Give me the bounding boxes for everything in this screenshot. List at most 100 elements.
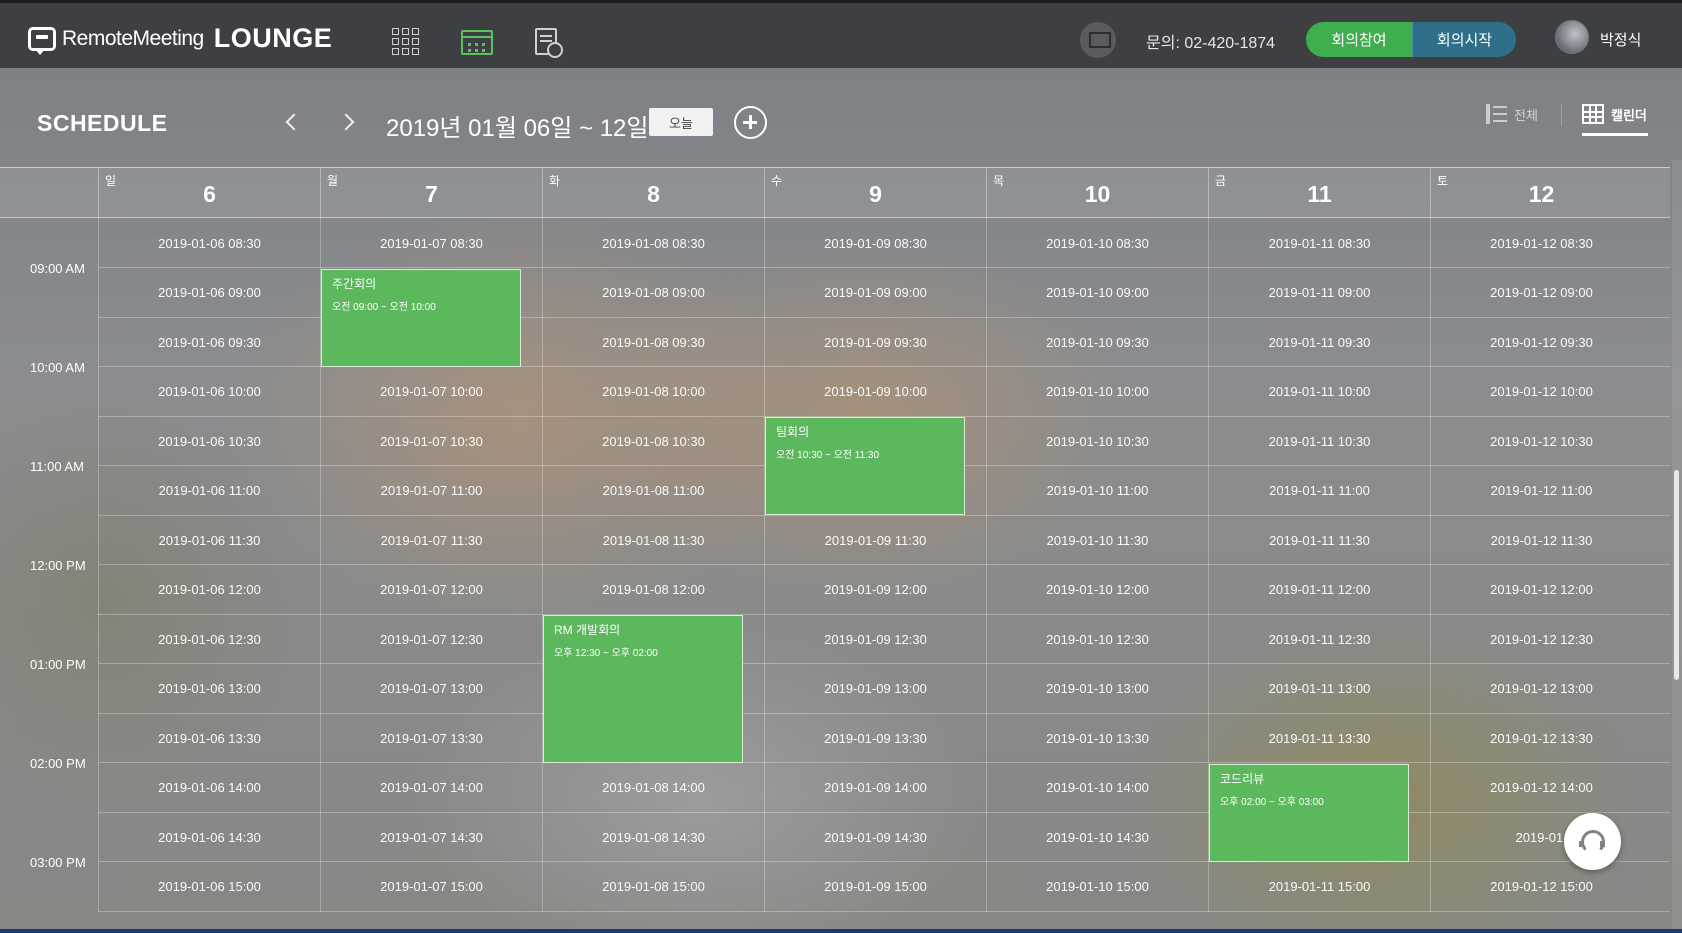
- time-slot-cell[interactable]: 2019-01-09 14:30: [764, 812, 986, 862]
- time-slot-cell[interactable]: 2019-01-09 09:00: [764, 267, 986, 318]
- event-block[interactable]: 주간회의 오전 09:00 ~ 오전 10:00: [321, 268, 521, 367]
- time-slot-cell[interactable]: 2019-01-11 15:00: [1208, 861, 1430, 912]
- time-slot-cell[interactable]: 2019-01-10 08:30: [986, 218, 1208, 268]
- time-slot-cell[interactable]: 2019-01-06 10:30: [98, 416, 320, 466]
- time-slot-cell[interactable]: 2019-01-07 12:30: [320, 614, 542, 664]
- time-slot-cell[interactable]: 2019-01-08 15:00: [542, 861, 764, 912]
- day-header-10[interactable]: 목 10: [986, 168, 1208, 218]
- start-meeting-button[interactable]: 회의시작: [1412, 22, 1516, 57]
- next-week-icon[interactable]: [338, 108, 362, 136]
- time-slot-cell[interactable]: 2019-01-07 13:30: [320, 713, 542, 763]
- app-logo[interactable]: RemoteMeeting LOUNGE: [28, 23, 332, 55]
- time-slot-cell[interactable]: 2019-01-08 14:00: [542, 762, 764, 813]
- time-slot-cell[interactable]: 2019-01-11 10:00: [1208, 366, 1430, 417]
- time-slot-cell[interactable]: 2019-01-09 08:30: [764, 218, 986, 268]
- time-slot-cell[interactable]: 2019-01-07 11:00: [320, 465, 542, 516]
- time-slot-cell[interactable]: 2019-01-10 09:30: [986, 317, 1208, 367]
- time-slot-cell[interactable]: 2019-01-12 15:00: [1430, 861, 1652, 912]
- document-search-icon[interactable]: [535, 28, 563, 58]
- day-header-11[interactable]: 금 11: [1208, 168, 1430, 218]
- time-slot-cell[interactable]: 2019-01-12 12:30: [1430, 614, 1652, 664]
- time-slot-cell[interactable]: 2019-01-06 09:30: [98, 317, 320, 367]
- time-slot-cell[interactable]: 2019-01-11 10:30: [1208, 416, 1430, 466]
- prev-week-icon[interactable]: [282, 108, 306, 136]
- time-slot-cell[interactable]: 2019-01-10 14:30: [986, 812, 1208, 862]
- time-slot-cell[interactable]: 2019-01-12 09:30: [1430, 317, 1652, 367]
- time-slot-cell[interactable]: 2019-01-12 13:00: [1430, 663, 1652, 714]
- time-slot-cell[interactable]: 2019-01-08 11:30: [542, 515, 764, 565]
- time-slot-cell[interactable]: 2019-01-11 11:00: [1208, 465, 1430, 516]
- time-slot-cell[interactable]: 2019-01-08 11:00: [542, 465, 764, 516]
- time-slot-cell[interactable]: 2019-01-10 10:30: [986, 416, 1208, 466]
- time-slot-cell[interactable]: 2019-01-10 11:00: [986, 465, 1208, 516]
- time-slot-cell[interactable]: 2019-01-07 08:30: [320, 218, 542, 268]
- time-slot-cell[interactable]: 2019-01-09 09:30: [764, 317, 986, 367]
- time-slot-cell[interactable]: 2019-01-08 10:00: [542, 366, 764, 417]
- avatar[interactable]: [1555, 20, 1589, 54]
- time-slot-cell[interactable]: 2019-01-10 12:00: [986, 564, 1208, 615]
- event-block[interactable]: RM 개발회의 오후 12:30 ~ 오후 02:00: [543, 615, 743, 763]
- time-slot-cell[interactable]: 2019-01-12 09:00: [1430, 267, 1652, 318]
- time-slot-cell[interactable]: 2019-01-11 12:30: [1208, 614, 1430, 664]
- time-slot-cell[interactable]: 2019-01-11 08:30: [1208, 218, 1430, 268]
- time-slot-cell[interactable]: 2019-01-06 13:00: [98, 663, 320, 714]
- time-slot-cell[interactable]: 2019-01-09 13:30: [764, 713, 986, 763]
- time-slot-cell[interactable]: 2019-01-12 11:30: [1430, 515, 1652, 565]
- time-slot-cell[interactable]: 2019-01-08 09:00: [542, 267, 764, 318]
- time-slot-cell[interactable]: 2019-01-09 10:00: [764, 366, 986, 417]
- time-slot-cell[interactable]: 2019-01-10 11:30: [986, 515, 1208, 565]
- user-name[interactable]: 박정식: [1600, 29, 1641, 50]
- time-slot-cell[interactable]: 2019-01-11 09:30: [1208, 317, 1430, 367]
- scrollbar-thumb[interactable]: [1674, 470, 1679, 680]
- time-slot-cell[interactable]: 2019-01-06 11:30: [98, 515, 320, 565]
- day-header-8[interactable]: 화8: [542, 168, 764, 218]
- time-slot-cell[interactable]: 2019-01-08 12:00: [542, 564, 764, 615]
- time-slot-cell[interactable]: 2019-01-08 09:30: [542, 317, 764, 367]
- day-header-6[interactable]: 일6: [98, 168, 320, 218]
- time-slot-cell[interactable]: 2019-01-07 10:30: [320, 416, 542, 466]
- time-slot-cell[interactable]: 2019-01-07 14:30: [320, 812, 542, 862]
- time-slot-cell[interactable]: 2019-01-11 09:00: [1208, 267, 1430, 318]
- time-slot-cell[interactable]: 2019-01-07 12:00: [320, 564, 542, 615]
- time-slot-cell[interactable]: 2019-01-12 14:00: [1430, 762, 1652, 813]
- event-block[interactable]: 팀회의 오전 10:30 ~ 오전 11:30: [765, 417, 965, 515]
- time-slot-cell[interactable]: 2019-01-12 10:30: [1430, 416, 1652, 466]
- time-slot-cell[interactable]: 2019-01-08 08:30: [542, 218, 764, 268]
- day-header-7[interactable]: 월7: [320, 168, 542, 218]
- time-slot-cell[interactable]: 2019-01-08 14:30: [542, 812, 764, 862]
- day-header-12[interactable]: 토 12: [1430, 168, 1652, 218]
- time-slot-cell[interactable]: 2019-01-10 14:00: [986, 762, 1208, 813]
- time-slot-cell[interactable]: 2019-01-11 11:30: [1208, 515, 1430, 565]
- time-slot-cell[interactable]: 2019-01-06 10:00: [98, 366, 320, 417]
- time-slot-cell[interactable]: 2019-01-07 11:30: [320, 515, 542, 565]
- time-slot-cell[interactable]: 2019-01-06 12:00: [98, 564, 320, 615]
- time-slot-cell[interactable]: 2019-01-10 13:00: [986, 663, 1208, 714]
- support-headset-icon[interactable]: [1564, 813, 1621, 870]
- event-block[interactable]: 코드리뷰 오후 02:00 ~ 오후 03:00: [1209, 763, 1409, 862]
- time-slot-cell[interactable]: 2019-01-06 08:30: [98, 218, 320, 268]
- time-slot-cell[interactable]: 2019-01-07 13:00: [320, 663, 542, 714]
- day-header-9[interactable]: 수9: [764, 168, 986, 218]
- add-schedule-icon[interactable]: [734, 106, 767, 139]
- time-slot-cell[interactable]: 2019-01-12 13:30: [1430, 713, 1652, 763]
- time-slot-cell[interactable]: 2019-01-06 12:30: [98, 614, 320, 664]
- time-slot-cell[interactable]: 2019-01-06 13:30: [98, 713, 320, 763]
- time-slot-cell[interactable]: 2019-01-07 10:00: [320, 366, 542, 417]
- today-button[interactable]: 오늘: [649, 108, 713, 136]
- time-slot-cell[interactable]: 2019-01-10 15:00: [986, 861, 1208, 912]
- time-slot-cell[interactable]: 2019-01-09 13:00: [764, 663, 986, 714]
- time-slot-cell[interactable]: 2019-01-09 14:00: [764, 762, 986, 813]
- join-meeting-button[interactable]: 회의참여: [1306, 22, 1412, 57]
- time-slot-cell[interactable]: 2019-01-08 10:30: [542, 416, 764, 466]
- apps-grid-icon[interactable]: [392, 28, 419, 55]
- time-slot-cell[interactable]: 2019-01-11 13:30: [1208, 713, 1430, 763]
- time-slot-cell[interactable]: 2019-01-09 11:30: [764, 515, 986, 565]
- time-slot-cell[interactable]: 2019-01-12 12:00: [1430, 564, 1652, 615]
- time-slot-cell[interactable]: 2019-01-06 14:30: [98, 812, 320, 862]
- time-slot-cell[interactable]: 2019-01-06 09:00: [98, 267, 320, 318]
- time-slot-cell[interactable]: 2019-01-06 14:00: [98, 762, 320, 813]
- time-slot-cell[interactable]: 2019-01-09 12:00: [764, 564, 986, 615]
- time-slot-cell[interactable]: 2019-01-06 11:00: [98, 465, 320, 516]
- time-slot-cell[interactable]: 2019-01-07 14:00: [320, 762, 542, 813]
- time-slot-cell[interactable]: 2019-01-10 13:30: [986, 713, 1208, 763]
